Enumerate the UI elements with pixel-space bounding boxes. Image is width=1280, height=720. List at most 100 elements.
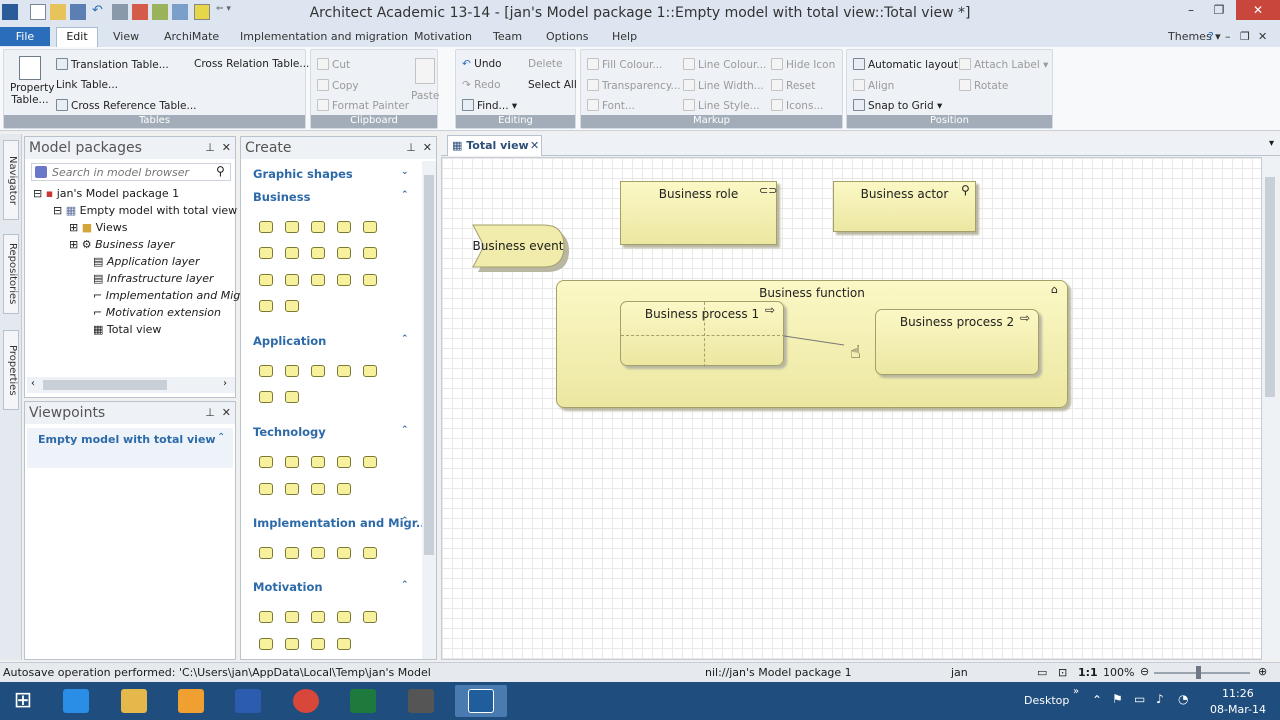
palette-shape-icon[interactable]: [311, 638, 325, 650]
clock-time[interactable]: 11:26: [1222, 687, 1254, 700]
palette-shape-icon[interactable]: [285, 274, 299, 286]
palette-shape-icon[interactable]: [285, 247, 299, 259]
tab-options[interactable]: Options: [546, 29, 588, 44]
palette-shape-icon[interactable]: [337, 456, 351, 468]
palette-shape-icon[interactable]: [259, 456, 273, 468]
toolbar-chevron-icon[interactable]: »: [1073, 686, 1079, 697]
properties-side-tab[interactable]: Properties: [3, 330, 19, 410]
palette-shape-icon[interactable]: [311, 456, 325, 468]
cross-reference-table-button[interactable]: Cross Reference Table...: [56, 99, 197, 112]
expand-icon[interactable]: ⌄: [401, 167, 413, 179]
palette-shape-icon[interactable]: [337, 365, 351, 377]
line-width-button[interactable]: Line Width...: [683, 79, 764, 92]
ribbon-restore-icon[interactable]: ❐: [1240, 29, 1250, 44]
line-colour-button[interactable]: Line Colour...: [683, 58, 766, 71]
section-application[interactable]: Application ⌃: [253, 334, 409, 348]
explorer-taskbar-button[interactable]: [108, 685, 160, 717]
select-all-button[interactable]: Select All: [528, 79, 577, 91]
transparency-button[interactable]: Transparency...: [587, 79, 681, 92]
palette-shape-icon[interactable]: [311, 611, 325, 623]
palette-shape-icon[interactable]: [259, 365, 273, 377]
wifi-icon[interactable]: ◔: [1178, 692, 1188, 706]
link-table-button[interactable]: Link Table...: [56, 79, 118, 91]
palette-shape-icon[interactable]: [337, 221, 351, 233]
palette-shape-icon[interactable]: [285, 300, 299, 312]
maximize-button[interactable]: ❐: [1208, 0, 1230, 20]
scroll-thumb[interactable]: [424, 175, 434, 555]
delete-button[interactable]: Delete: [528, 58, 563, 70]
copy-button[interactable]: Copy: [317, 79, 359, 92]
volume-icon[interactable]: ♪: [1156, 692, 1164, 706]
create-scrollbar[interactable]: [422, 161, 436, 659]
font-button[interactable]: Font...: [587, 99, 635, 112]
canvas-vertical-scrollbar[interactable]: [1262, 157, 1278, 660]
actual-size-icon[interactable]: 1:1: [1078, 666, 1098, 679]
palette-shape-icon[interactable]: [259, 274, 273, 286]
minimize-button[interactable]: –: [1180, 0, 1202, 20]
search-icon[interactable]: ⚲: [216, 164, 225, 178]
palette-shape-icon[interactable]: [285, 483, 299, 495]
palette-shape-icon[interactable]: [259, 483, 273, 495]
palette-shape-icon[interactable]: [363, 611, 377, 623]
help-icon[interactable]: ?: [1208, 29, 1214, 44]
cut-button[interactable]: Cut: [317, 58, 350, 71]
palette-shape-icon[interactable]: [311, 274, 325, 286]
tree-item-application-layer[interactable]: ▤ Application layer: [93, 255, 199, 268]
section-technology[interactable]: Technology ⌃: [253, 425, 409, 439]
section-motivation[interactable]: Motivation ⌃: [253, 580, 409, 594]
palette-shape-icon[interactable]: [285, 391, 299, 403]
pin-icon[interactable]: ⊥: [205, 406, 215, 419]
palette-shape-icon[interactable]: [285, 221, 299, 233]
palette-shape-icon[interactable]: [337, 274, 351, 286]
automatic-layout-button[interactable]: Automatic layout: [853, 58, 958, 71]
collapse-icon[interactable]: ⌃: [401, 425, 413, 437]
paste-button[interactable]: Paste: [411, 58, 439, 102]
collapse-icon[interactable]: ⌃: [401, 334, 413, 346]
palette-shape-icon[interactable]: [285, 456, 299, 468]
tab-help[interactable]: Help: [612, 29, 637, 44]
tree-item-infrastructure-layer[interactable]: ▤ Infrastructure layer: [93, 272, 214, 285]
attach-label-button[interactable]: Attach Label ▾: [959, 58, 1048, 71]
redo-button[interactable]: ↷ Redo: [462, 79, 501, 91]
undo-button[interactable]: ↶ Undo: [462, 58, 502, 70]
close-panel-icon[interactable]: ✕: [423, 141, 432, 154]
pin-icon[interactable]: ⊥: [205, 141, 215, 154]
translation-table-button[interactable]: Translation Table...: [56, 58, 169, 71]
tree-item-motivation-extension[interactable]: ⌐ Motivation extension: [93, 306, 221, 319]
ribbon-minimize-icon[interactable]: –: [1225, 29, 1231, 44]
zoom-slider[interactable]: [1154, 672, 1250, 674]
palette-shape-icon[interactable]: [363, 365, 377, 377]
palette-shape-icon[interactable]: [259, 547, 273, 559]
architect-taskbar-button[interactable]: [455, 685, 507, 717]
tab-motivation[interactable]: Motivation: [414, 29, 472, 44]
tab-total-view[interactable]: ▦ Total view ✕: [447, 135, 542, 156]
tree-item-views[interactable]: ⊞ ■ Views: [69, 221, 127, 234]
palette-shape-icon[interactable]: [311, 365, 325, 377]
palette-shape-icon[interactable]: [259, 391, 273, 403]
word-taskbar-button[interactable]: [222, 685, 274, 717]
palette-shape-icon[interactable]: [285, 365, 299, 377]
cross-relation-table-button[interactable]: Cross Relation Table...: [194, 58, 309, 70]
repositories-side-tab[interactable]: Repositories: [3, 234, 19, 314]
palette-shape-icon[interactable]: [311, 247, 325, 259]
tray-up-icon[interactable]: ⌃: [1092, 693, 1102, 707]
tab-list-icon[interactable]: ▾: [1269, 138, 1274, 149]
palette-shape-icon[interactable]: [363, 547, 377, 559]
tool-taskbar-button[interactable]: [395, 685, 447, 717]
tree-item-model[interactable]: ⊟ ▦ Empty model with total view: [53, 204, 237, 217]
tab-implementation[interactable]: Implementation and migration: [240, 29, 408, 44]
collapse-icon[interactable]: ⌃: [217, 432, 225, 443]
scroll-thumb[interactable]: [1265, 177, 1275, 397]
scroll-right-icon[interactable]: ›: [223, 378, 227, 389]
scroll-thumb[interactable]: [43, 380, 167, 390]
clock-date[interactable]: 08-Mar-14: [1210, 703, 1266, 716]
chrome-taskbar-button[interactable]: [280, 685, 332, 717]
hide-icon-button[interactable]: Hide Icon: [771, 58, 835, 71]
start-button[interactable]: ⊞: [8, 687, 38, 715]
collapse-icon[interactable]: ⌃: [401, 516, 413, 528]
palette-shape-icon[interactable]: [363, 221, 377, 233]
excel-taskbar-button[interactable]: [337, 685, 389, 717]
scroll-left-icon[interactable]: ‹: [31, 378, 35, 389]
page-icon[interactable]: ▭: [1037, 666, 1047, 679]
diagram-canvas[interactable]: Business role ⊂⊃ Business actor ⚲ Busine…: [441, 157, 1262, 660]
